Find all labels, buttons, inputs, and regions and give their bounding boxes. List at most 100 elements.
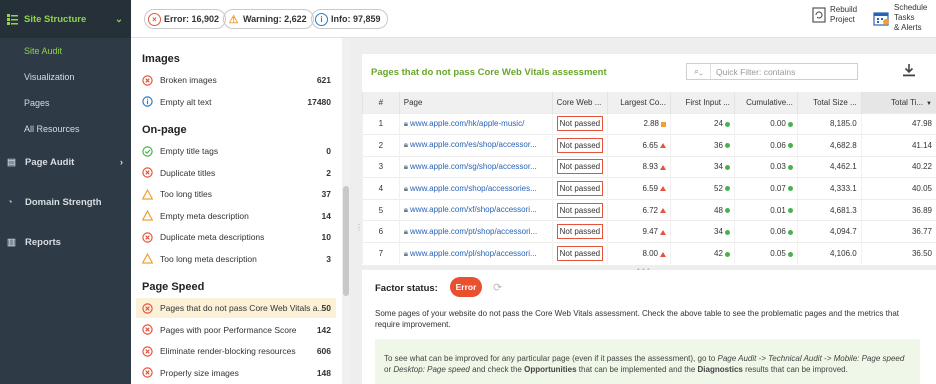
fid-cell-value: 52 xyxy=(714,184,723,194)
column-header[interactable]: Page xyxy=(398,92,553,113)
page-link[interactable]: www.apple.com/es/shop/accessor... xyxy=(410,140,537,149)
table-row[interactable]: 3 🔒︎ www.apple.com/sg/shop/accessor... Not … xyxy=(362,155,936,178)
issue-item[interactable]: Empty alt text 17480 xyxy=(136,92,336,112)
table-row[interactable]: 7 🔒︎ www.apple.com/pl/shop/accessori... Not… xyxy=(362,242,936,265)
warning-icon xyxy=(142,210,153,221)
table-row[interactable]: 2 🔒︎ www.apple.com/es/shop/accessor... Not … xyxy=(362,134,936,157)
panel-splitter[interactable]: ⋮ xyxy=(350,38,363,384)
warning-count-badge[interactable]: ⚠ Warning: 2,622 xyxy=(223,9,314,29)
lcp-cell: 6.59 xyxy=(607,177,671,200)
factor-description: Some pages of your website do not pass t… xyxy=(375,309,899,329)
table-row[interactable]: 5 🔒︎ www.apple.com/xf/shop/accessori... Not… xyxy=(362,198,936,221)
total-time-cell-value: 40.22 xyxy=(911,162,932,172)
issue-item[interactable]: Properly size images 148 xyxy=(136,363,336,383)
issue-count: 50 xyxy=(321,303,331,313)
refresh-icon[interactable]: ⟳ xyxy=(493,281,502,294)
total-time-cell-value: 40.05 xyxy=(911,184,932,194)
schedule-label-2: Tasks xyxy=(894,13,915,22)
issue-item[interactable]: Eliminate render-blocking resources 606 xyxy=(136,341,336,361)
tip-text: and check the xyxy=(469,365,525,374)
issue-item[interactable]: Empty title tags 0 xyxy=(136,141,336,161)
nav-reports[interactable]: ▥ Reports xyxy=(0,222,131,262)
cwv-cell: Not passed xyxy=(551,220,608,243)
fid-cell: 52 xyxy=(670,177,735,200)
nav-all-resources[interactable]: All Resources xyxy=(0,116,131,142)
nav-site-structure[interactable]: Site Structure ⌄ xyxy=(0,0,131,38)
issue-item[interactable]: Empty meta description 14 xyxy=(136,206,336,226)
lcp-cell-value: 2.88 xyxy=(643,119,660,129)
issue-item[interactable]: Broken images 621 xyxy=(136,70,336,90)
factor-status-badge[interactable]: Error xyxy=(450,277,482,297)
nav-page-audit[interactable]: ▤ Page Audit › xyxy=(0,142,131,182)
row-number: 1 xyxy=(362,112,400,135)
scrollbar-thumb[interactable] xyxy=(343,186,349,296)
column-header[interactable]: # xyxy=(362,92,400,113)
cls-cell: 0.06 xyxy=(733,220,798,243)
document-icon: ▤ xyxy=(7,156,16,168)
issue-label: Duplicate meta descriptions xyxy=(160,232,265,242)
factor-status-label: Factor status: xyxy=(375,283,438,294)
issue-count: 10 xyxy=(321,232,331,242)
pagespeed-heading: Page Speed xyxy=(142,281,205,293)
cwv-cell: Not passed xyxy=(551,242,608,265)
column-header[interactable]: Largest Co... xyxy=(607,92,671,113)
page-link[interactable]: www.apple.com/xf/shop/accessori... xyxy=(410,205,537,214)
nav-domain-strength[interactable]: ◔ Domain Strength xyxy=(0,182,131,222)
not-passed-badge: Not passed xyxy=(556,246,604,262)
search-icon[interactable]: ⌕⌄ xyxy=(687,64,711,79)
issue-item[interactable]: Pages with poor Performance Score 142 xyxy=(136,320,336,340)
cls-cell-value: 0.06 xyxy=(770,140,786,150)
nav-site-audit[interactable]: Site Audit xyxy=(0,38,131,64)
page-link[interactable]: www.apple.com/pt/shop/accessori... xyxy=(410,227,537,236)
table-row[interactable]: 6 🔒︎ www.apple.com/pt/shop/accessori... Not… xyxy=(362,220,936,243)
page-cell: 🔒︎ www.apple.com/hk/apple-music/ xyxy=(398,112,553,135)
info-count-badge[interactable]: i Info: 97,859 xyxy=(311,9,388,29)
poor-triangle-icon xyxy=(660,208,667,214)
nav-header-label: Site Structure xyxy=(24,13,87,25)
cls-cell-value: 0.06 xyxy=(770,227,786,237)
lcp-cell-value: 8.00 xyxy=(642,249,659,259)
total-size-cell-value: 4,682.8 xyxy=(830,140,857,150)
issue-item[interactable]: Pages that do not pass Core Web Vitals a… xyxy=(136,298,336,318)
error-icon xyxy=(142,167,153,178)
good-dot-icon xyxy=(787,251,793,257)
tip-text: or xyxy=(384,365,394,374)
column-header[interactable]: Cumulative... xyxy=(733,92,798,113)
lcp-cell-value: 9.47 xyxy=(642,227,659,237)
total-size-cell: 4,094.7 xyxy=(796,220,862,243)
page-link[interactable]: www.apple.com/hk/apple-music/ xyxy=(410,119,524,128)
rebuild-project-button[interactable]: Rebuild Project xyxy=(812,5,857,25)
issue-item[interactable]: Duplicate meta descriptions 10 xyxy=(136,227,336,247)
issue-item[interactable]: Too long meta description 3 xyxy=(136,249,336,269)
page-link[interactable]: www.apple.com/pl/shop/accessori... xyxy=(410,249,537,258)
nav-visualization[interactable]: Visualization xyxy=(0,64,131,90)
row-number-value: 1 xyxy=(378,119,384,129)
good-dot-icon xyxy=(787,186,793,192)
issue-count: 2 xyxy=(326,167,331,178)
column-header[interactable]: Total Ti... ▼ xyxy=(860,92,936,113)
good-dot-icon xyxy=(724,143,730,149)
info-icon: i xyxy=(315,12,328,26)
issues-scrollbar[interactable] xyxy=(342,38,350,384)
cls-cell-value: 0.05 xyxy=(770,249,786,259)
column-header[interactable]: First Input ... xyxy=(670,92,735,113)
lock-icon: 🔒︎ xyxy=(403,118,409,128)
download-icon[interactable] xyxy=(902,63,918,79)
issue-item[interactable]: Duplicate titles 2 xyxy=(136,163,336,183)
schedule-tasks-button[interactable]: Schedule Tasks & Alerts xyxy=(873,3,927,33)
page-link[interactable]: www.apple.com/shop/accessories... xyxy=(410,184,537,193)
cwv-cell: Not passed xyxy=(551,177,608,200)
issue-label: Empty alt text xyxy=(160,96,212,107)
column-header[interactable]: Total Size ... xyxy=(796,92,862,113)
table-row[interactable]: 4 🔒︎ www.apple.com/shop/accessories... Not … xyxy=(362,177,936,200)
table-row[interactable]: 1 🔒︎ www.apple.com/hk/apple-music/Not pass… xyxy=(362,112,936,135)
nav-pages[interactable]: Pages xyxy=(0,90,131,116)
error-icon xyxy=(142,74,153,86)
good-dot-icon xyxy=(787,121,793,127)
column-header[interactable]: Core Web ... xyxy=(551,92,608,113)
page-cell: 🔒︎ www.apple.com/es/shop/accessor... xyxy=(398,134,553,157)
issue-item[interactable]: Too long titles 37 xyxy=(136,184,336,204)
page-link[interactable]: www.apple.com/sg/shop/accessor... xyxy=(410,162,537,171)
error-count-badge[interactable]: × Error: 16,902 xyxy=(144,9,227,29)
quick-filter-input[interactable]: ⌕⌄ Quick Filter: contains xyxy=(686,63,858,80)
